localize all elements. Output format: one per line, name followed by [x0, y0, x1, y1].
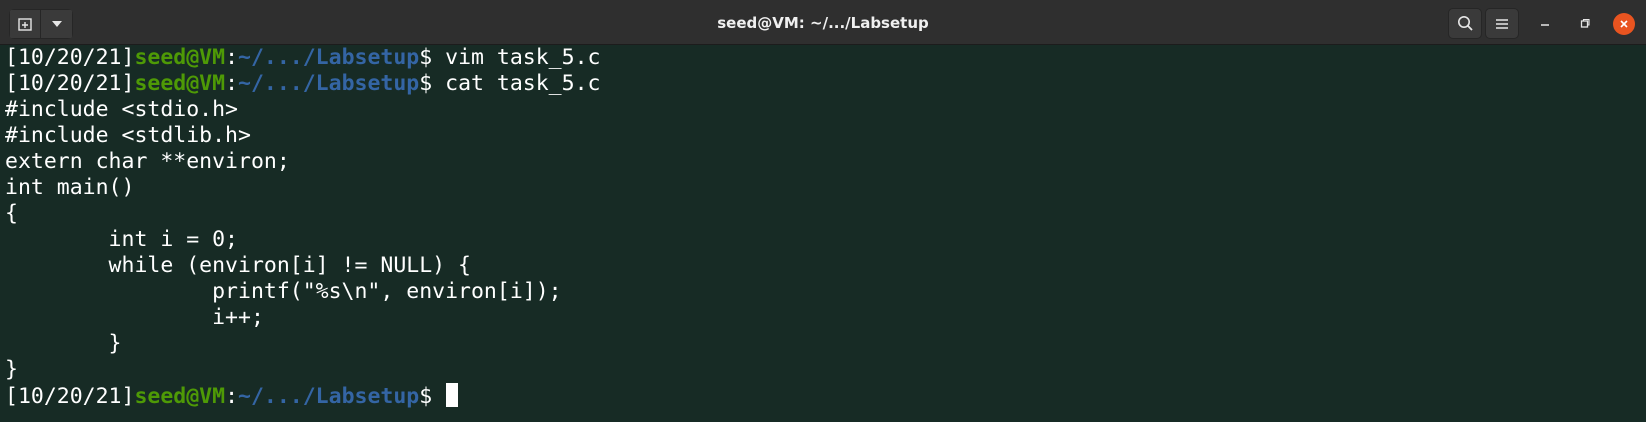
prompt-dollar: $ — [419, 45, 433, 70]
output-line: int main() — [5, 175, 135, 200]
output-line: } — [5, 331, 122, 356]
maximize-icon — [1580, 18, 1590, 28]
prompt-colon: : — [225, 71, 239, 96]
output-line: #include <stdlib.h> — [5, 123, 251, 148]
close-icon — [1620, 20, 1628, 28]
menu-button[interactable] — [1485, 8, 1519, 39]
search-button[interactable] — [1448, 8, 1482, 39]
output-line: } — [5, 357, 18, 382]
prompt-line: [10/20/21]seed@VM:~/.../Labsetup$ cat ta… — [5, 71, 1646, 97]
window-title: seed@VM: ~/.../Labsetup — [717, 14, 929, 32]
close-button-circle — [1613, 13, 1635, 35]
command-text: vim task_5.c — [432, 45, 601, 70]
close-button[interactable] — [1612, 12, 1636, 36]
output-line: i++; — [5, 305, 264, 330]
prompt-line: [10/20/21]seed@VM:~/.../Labsetup$ — [5, 383, 1646, 409]
search-icon — [1457, 16, 1473, 31]
hamburger-menu-icon — [1496, 18, 1508, 29]
prompt-path: ~/.../Labsetup — [238, 384, 420, 409]
output-line: extern char **environ; — [5, 149, 290, 174]
prompt-date: [10/20/21] — [5, 71, 135, 96]
prompt-colon: : — [225, 384, 239, 409]
output-line: { — [5, 201, 18, 226]
prompt-colon: : — [225, 45, 239, 70]
output-line: printf("%s\n", environ[i]); — [5, 279, 562, 304]
minimize-button[interactable] — [1533, 12, 1557, 36]
prompt-path: ~/.../Labsetup — [238, 45, 420, 70]
terminal-window: seed@VM: ~/.../Labsetup [10/20/21]seed@V… — [0, 0, 1646, 422]
prompt-path: ~/.../Labsetup — [238, 71, 420, 96]
title-bar: seed@VM: ~/.../Labsetup — [0, 0, 1646, 45]
prompt-user-host: seed@VM — [134, 384, 226, 409]
prompt-date: [10/20/21] — [5, 384, 135, 409]
output-line: int i = 0; — [5, 227, 238, 252]
terminal-cursor — [446, 383, 459, 407]
terminal-content[interactable]: [10/20/21]seed@VM:~/.../Labsetup$ vim ta… — [0, 45, 1646, 422]
maximize-button[interactable] — [1573, 12, 1597, 36]
prompt-date: [10/20/21] — [5, 45, 135, 70]
prompt-user-host: seed@VM — [134, 45, 226, 70]
output-line: while (environ[i] != NULL) { — [5, 253, 471, 278]
prompt-line: [10/20/21]seed@VM:~/.../Labsetup$ vim ta… — [5, 45, 1646, 71]
minimize-icon — [1541, 24, 1549, 26]
prompt-dollar: $ — [419, 384, 433, 409]
output-line: #include <stdio.h> — [5, 97, 238, 122]
prompt-user-host: seed@VM — [134, 71, 226, 96]
prompt-dollar: $ — [419, 71, 433, 96]
command-text: cat task_5.c — [432, 71, 601, 96]
